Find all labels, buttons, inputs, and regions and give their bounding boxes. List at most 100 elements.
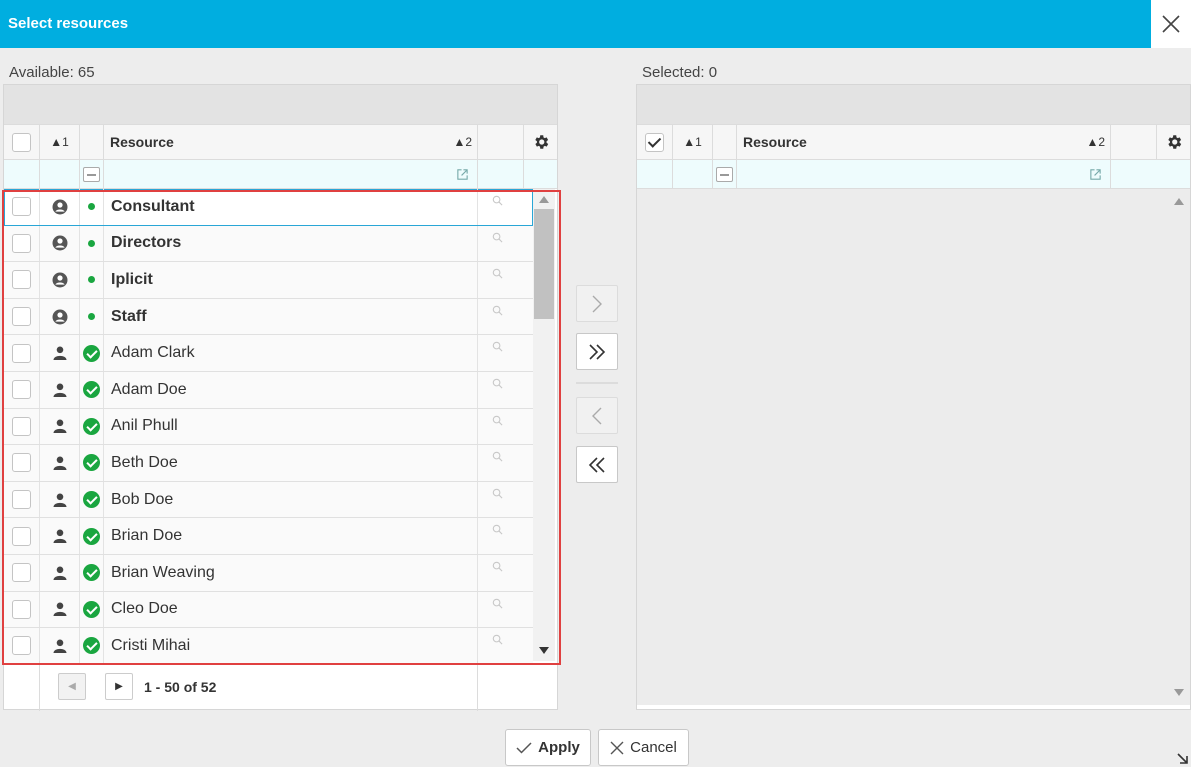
scrollbar-thumb[interactable] bbox=[534, 209, 554, 319]
row-checkbox[interactable] bbox=[12, 490, 31, 510]
resource-column-header[interactable]: Resource ▲2 bbox=[104, 125, 478, 159]
resource-name: Brian Weaving bbox=[111, 563, 215, 581]
close-button[interactable] bbox=[1151, 0, 1191, 48]
resource-column-header[interactable]: Resource ▲2 bbox=[737, 125, 1111, 159]
scroll-up-icon[interactable] bbox=[1174, 197, 1184, 205]
move-right-button[interactable] bbox=[576, 285, 618, 322]
filter-row bbox=[4, 160, 557, 189]
external-link-icon[interactable] bbox=[456, 168, 469, 181]
vertical-scrollbar[interactable] bbox=[533, 189, 555, 661]
prev-page-button[interactable]: ◀ bbox=[58, 673, 86, 700]
person-icon bbox=[53, 602, 66, 617]
resize-grip-icon[interactable] bbox=[1176, 752, 1189, 765]
row-checkbox[interactable] bbox=[12, 599, 31, 619]
table-row[interactable]: Adam Clark bbox=[4, 335, 533, 372]
resource-name: Bob Doe bbox=[111, 490, 174, 508]
table-row[interactable]: Staff bbox=[4, 298, 533, 336]
next-page-button[interactable]: ▶ bbox=[105, 673, 133, 700]
search-icon[interactable] bbox=[492, 232, 503, 243]
scroll-down-icon[interactable] bbox=[1174, 689, 1184, 697]
group-icon bbox=[52, 309, 67, 325]
apply-button[interactable]: Apply bbox=[505, 729, 591, 766]
status-dot-icon bbox=[88, 313, 95, 321]
search-icon[interactable] bbox=[492, 195, 503, 206]
table-row[interactable]: Iplicit bbox=[4, 262, 533, 299]
status-dot-icon bbox=[88, 239, 95, 247]
resource-filter-input[interactable] bbox=[104, 160, 478, 188]
search-icon[interactable] bbox=[492, 341, 503, 352]
search-icon[interactable] bbox=[492, 268, 503, 279]
table-row[interactable]: Consultant bbox=[4, 189, 533, 226]
status-check-icon bbox=[83, 454, 100, 472]
filter-row bbox=[637, 160, 1190, 189]
resource-name: Adam Doe bbox=[111, 380, 187, 398]
row-checkbox[interactable] bbox=[12, 563, 31, 583]
person-icon bbox=[53, 456, 66, 470]
table-row[interactable]: Anil Phull bbox=[4, 408, 533, 446]
search-icon[interactable] bbox=[492, 451, 503, 462]
move-all-right-button[interactable] bbox=[576, 333, 618, 370]
search-icon[interactable] bbox=[492, 634, 503, 645]
column-settings-button[interactable] bbox=[524, 125, 558, 159]
search-icon[interactable] bbox=[492, 524, 503, 535]
status-filter[interactable] bbox=[716, 166, 733, 182]
row-checkbox[interactable] bbox=[12, 416, 31, 436]
search-icon[interactable] bbox=[492, 378, 503, 389]
table-row[interactable]: Brian Weaving bbox=[4, 555, 533, 592]
row-checkbox[interactable] bbox=[12, 270, 31, 290]
sort-column-1[interactable]: ▲1 bbox=[673, 125, 713, 159]
resource-name: Cleo Doe bbox=[111, 600, 178, 618]
person-icon bbox=[53, 419, 66, 434]
search-icon[interactable] bbox=[492, 488, 503, 499]
vertical-scrollbar[interactable] bbox=[1168, 189, 1190, 705]
transfer-divider bbox=[576, 382, 618, 384]
resource-name: Consultant bbox=[111, 197, 195, 215]
sort-1-label: ▲1 bbox=[50, 135, 69, 149]
resource-name: Cristi Mihai bbox=[111, 636, 191, 654]
status-dot-icon bbox=[88, 276, 95, 284]
table-row[interactable]: Directors bbox=[4, 225, 533, 263]
table-row[interactable]: Adam Doe bbox=[4, 372, 533, 409]
sort-column-1[interactable]: ▲1 bbox=[40, 125, 80, 159]
table-row[interactable]: Cristi Mihai bbox=[4, 628, 533, 665]
row-checkbox[interactable] bbox=[12, 380, 31, 400]
row-checkbox[interactable] bbox=[12, 636, 31, 656]
scroll-up-icon[interactable] bbox=[539, 195, 549, 203]
person-icon bbox=[53, 493, 66, 507]
row-checkbox[interactable] bbox=[12, 526, 31, 546]
column-settings-button[interactable] bbox=[1157, 125, 1191, 159]
select-all-checkbox[interactable] bbox=[12, 132, 31, 152]
sort-1-label: ▲1 bbox=[683, 135, 702, 149]
status-filter[interactable] bbox=[83, 166, 100, 182]
table-row[interactable]: Beth Doe bbox=[4, 445, 533, 482]
select-all-checkbox[interactable] bbox=[645, 132, 664, 152]
extra-column-header bbox=[1111, 125, 1157, 159]
scroll-down-icon[interactable] bbox=[539, 647, 549, 655]
grid-toolbar bbox=[637, 85, 1190, 124]
search-icon[interactable] bbox=[492, 305, 503, 316]
cancel-button[interactable]: Cancel bbox=[598, 729, 689, 766]
row-checkbox[interactable] bbox=[12, 197, 31, 217]
status-check-icon bbox=[83, 637, 100, 655]
gear-icon bbox=[1168, 135, 1182, 149]
row-checkbox[interactable] bbox=[12, 453, 31, 473]
table-row[interactable]: Brian Doe bbox=[4, 518, 533, 555]
dialog-titlebar: Select resources bbox=[0, 0, 1191, 48]
move-all-left-button[interactable] bbox=[576, 446, 618, 483]
search-icon[interactable] bbox=[492, 598, 503, 609]
search-icon[interactable] bbox=[492, 415, 503, 426]
search-icon[interactable] bbox=[492, 561, 503, 572]
resource-name: Directors bbox=[111, 234, 182, 252]
external-link-icon[interactable] bbox=[1089, 168, 1102, 181]
resource-name: Staff bbox=[111, 307, 147, 325]
row-checkbox[interactable] bbox=[12, 233, 31, 253]
resource-filter-input[interactable] bbox=[737, 160, 1111, 188]
resource-name: Brian Doe bbox=[111, 527, 183, 545]
check-icon bbox=[516, 741, 532, 754]
selected-grid: ▲1 Resource ▲2 bbox=[636, 84, 1191, 710]
row-checkbox[interactable] bbox=[12, 343, 31, 363]
table-row[interactable]: Bob Doe bbox=[4, 481, 533, 519]
table-row[interactable]: Cleo Doe bbox=[4, 591, 533, 629]
move-left-button[interactable] bbox=[576, 397, 618, 434]
row-checkbox[interactable] bbox=[12, 307, 31, 327]
